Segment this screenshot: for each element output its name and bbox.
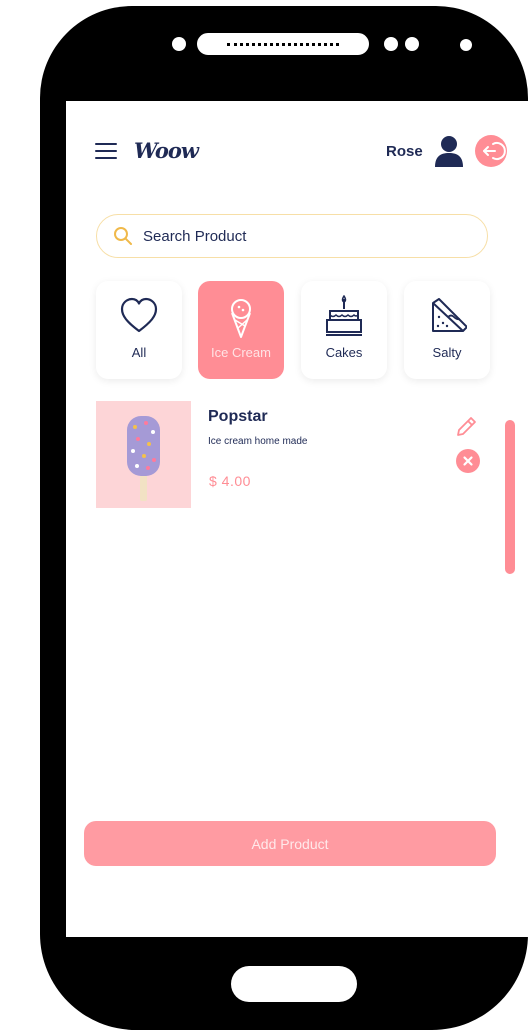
user-avatar-icon[interactable]: [432, 134, 466, 168]
category-cakes[interactable]: Cakes: [301, 281, 387, 379]
logout-icon: [483, 142, 506, 160]
category-label: All: [131, 345, 147, 360]
app-logo: Woow: [134, 138, 199, 163]
product-price: $ 4.00: [209, 473, 251, 489]
product-description: Ice cream home made: [208, 436, 308, 447]
edit-icon[interactable]: [455, 414, 479, 438]
category-ice-cream[interactable]: Ice Cream: [198, 281, 284, 379]
sensor-dot: [384, 37, 398, 51]
heart-icon: [120, 297, 158, 333]
sensor-dot: [460, 39, 472, 51]
category-label: Salty: [432, 345, 462, 360]
sandwich-icon: [432, 298, 467, 332]
add-product-button[interactable]: Add Product: [84, 821, 496, 866]
ice-cream-icon: [231, 299, 251, 338]
category-label: Cakes: [325, 345, 363, 360]
category-salty[interactable]: Salty: [404, 281, 490, 379]
scrollbar-thumb[interactable]: [505, 420, 515, 574]
popsicle-icon: [127, 416, 160, 501]
product-name: Popstar: [208, 408, 268, 425]
search-input[interactable]: [143, 223, 463, 249]
search-bar[interactable]: [96, 214, 488, 258]
product-image[interactable]: [96, 401, 191, 508]
category-all[interactable]: All: [96, 281, 182, 379]
home-button[interactable]: [231, 966, 357, 1002]
delete-button[interactable]: [456, 449, 480, 473]
category-label: Ice Cream: [211, 345, 271, 360]
front-camera-dot: [172, 37, 186, 51]
sensor-dot: [405, 37, 419, 51]
earpiece-speaker: [197, 33, 369, 55]
user-name: Rose: [386, 143, 423, 160]
close-icon: [463, 456, 473, 466]
search-icon: [114, 227, 132, 245]
menu-icon[interactable]: [95, 143, 117, 161]
cake-icon: [326, 295, 362, 336]
logout-button[interactable]: [475, 135, 507, 167]
